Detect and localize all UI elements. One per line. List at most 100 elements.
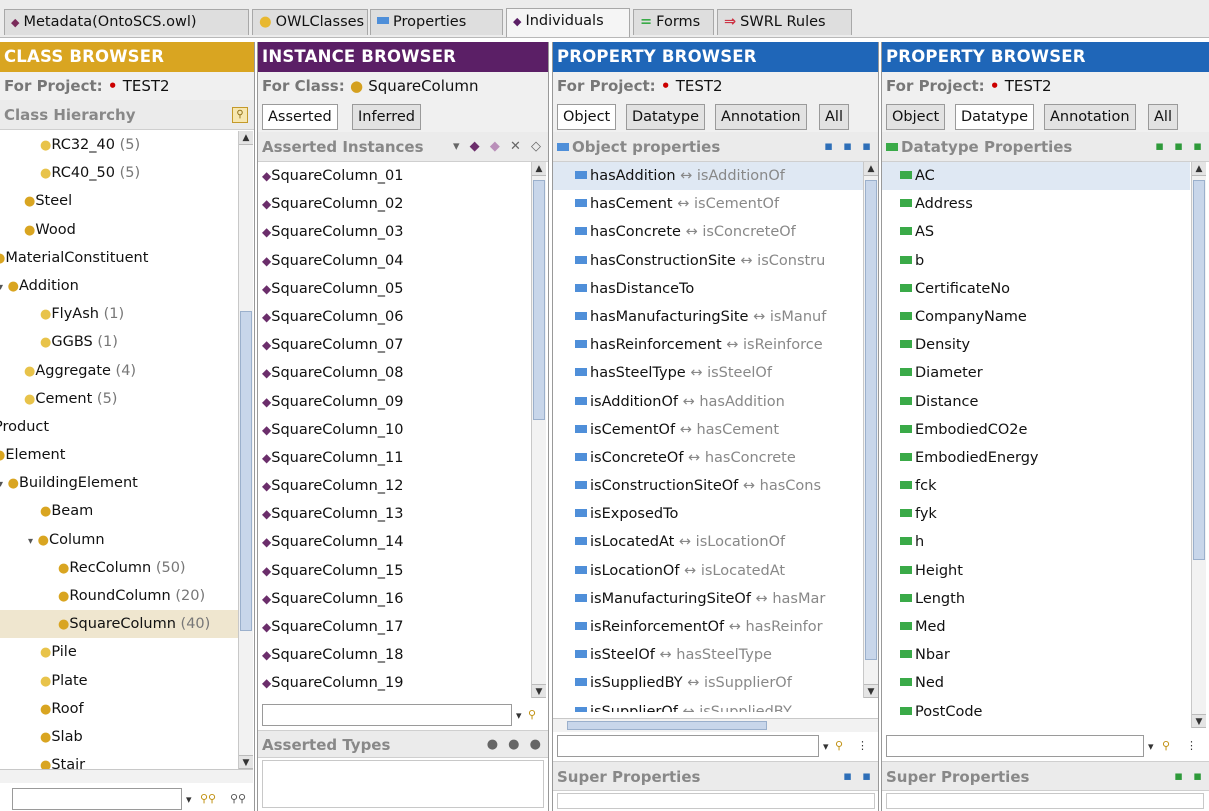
datatype-list-scrollbar[interactable]: ▲ ▼: [1191, 162, 1206, 728]
instance-row[interactable]: ◆SquareColumn_18: [258, 641, 530, 669]
object-property-row[interactable]: isLocatedAt ↔ isLocationOf: [553, 528, 863, 556]
datatype-property-row[interactable]: h: [882, 528, 1190, 556]
scroll-up-icon[interactable]: ▲: [239, 131, 253, 145]
object-property-row[interactable]: hasConstructionSite ↔ isConstru: [553, 247, 863, 275]
object-property-row[interactable]: isSuppliedBY ↔ isSupplierOf: [553, 669, 863, 697]
tree-item-column[interactable]: ▾ ●Column: [0, 526, 238, 554]
datatype-property-row[interactable]: Address: [882, 190, 1190, 218]
tree-item-pile[interactable]: ●Pile: [0, 638, 238, 666]
tree-item-rc32-40[interactable]: ●RC32_40 (5): [0, 131, 238, 159]
search-dropdown-icon[interactable]: ▾: [1148, 740, 1154, 753]
remove-super-icon[interactable]: ▪: [862, 769, 874, 784]
hierarchy-options-icon[interactable]: ⚲: [232, 107, 248, 123]
tree-item-roundcolumn[interactable]: ●RoundColumn (20): [0, 582, 238, 610]
scroll-up-icon[interactable]: ▲: [864, 162, 878, 176]
datatype-property-row[interactable]: Ned: [882, 669, 1190, 697]
expand-toggle-icon[interactable]: ▾: [0, 282, 3, 293]
datatype-property-row[interactable]: fyk: [882, 500, 1190, 528]
class-tree-scrollbar[interactable]: ▲ ▼: [238, 131, 253, 769]
instance-row[interactable]: ◆SquareColumn_06: [258, 303, 530, 331]
datatype-property-row[interactable]: AS: [882, 218, 1190, 246]
object-property-row[interactable]: isSteelOf ↔ hasSteelType: [553, 641, 863, 669]
instance-row[interactable]: ◆SquareColumn_03: [258, 218, 530, 246]
datatype-property-row[interactable]: CompanyName: [882, 303, 1190, 331]
instance-row[interactable]: ◆SquareColumn_02: [258, 190, 530, 218]
scroll-down-icon[interactable]: ▼: [239, 755, 253, 769]
copy-instance-icon[interactable]: ◆: [490, 139, 503, 154]
scroll-thumb[interactable]: [533, 180, 545, 420]
search-dropdown-icon[interactable]: ▾: [186, 793, 192, 806]
add-property-icon[interactable]: ▪: [824, 139, 836, 154]
object-property-row[interactable]: isConcreteOf ↔ hasConcrete: [553, 444, 863, 472]
datatype-property-row[interactable]: Height: [882, 557, 1190, 585]
tree-item-ggbs[interactable]: ●GGBS (1): [0, 328, 238, 356]
scroll-down-icon[interactable]: ▼: [1192, 714, 1206, 728]
binoculars-icon[interactable]: ⚲⚲: [230, 792, 246, 805]
datatype-search-input[interactable]: [886, 735, 1144, 757]
instance-row[interactable]: ◆SquareColumn_11: [258, 444, 530, 472]
datatype-property-row[interactable]: Distance: [882, 388, 1190, 416]
datatype-property-row[interactable]: CertificateNo: [882, 275, 1190, 303]
tree-item-addition[interactable]: ▾ ●Addition: [0, 272, 238, 300]
delete-instance-icon[interactable]: ✕: [510, 139, 524, 154]
add-instance-icon[interactable]: ◆: [470, 139, 483, 154]
tree-item-plate[interactable]: ●Plate: [0, 667, 238, 695]
tab-object[interactable]: Object: [557, 104, 617, 130]
instance-row[interactable]: ◆SquareColumn_16: [258, 585, 530, 613]
binoculars-icon[interactable]: ⚲: [528, 708, 536, 721]
datatype-property-row[interactable]: PostCode: [882, 698, 1190, 726]
tree-item-reccolumn[interactable]: ●RecColumn (50): [0, 554, 238, 582]
instance-row[interactable]: ◆SquareColumn_17: [258, 613, 530, 641]
delete-property-icon[interactable]: ▪: [1193, 139, 1205, 154]
object-property-row[interactable]: hasCement ↔ isCementOf: [553, 190, 863, 218]
tree-item-wood[interactable]: ●Wood: [0, 216, 238, 244]
dropdown-icon[interactable]: ▾: [453, 139, 463, 154]
edit-type-icon[interactable]: ●: [530, 737, 544, 752]
binoculars-icon[interactable]: ⚲: [835, 739, 843, 752]
instance-row[interactable]: ◆SquareColumn_09: [258, 388, 530, 416]
instance-row[interactable]: ◆SquareColumn_07: [258, 331, 530, 359]
datatype-property-row[interactable]: Nbar: [882, 641, 1190, 669]
binoculars-icon[interactable]: ⚲: [1162, 739, 1170, 752]
tree-item-rc40-50[interactable]: ●RC40_50 (5): [0, 159, 238, 187]
add-super-icon[interactable]: ▪: [1174, 769, 1186, 784]
tree-item-cement[interactable]: ●Cement (5): [0, 385, 238, 413]
object-list-scrollbar[interactable]: ▲ ▼: [863, 162, 878, 698]
scroll-up-icon[interactable]: ▲: [532, 162, 546, 176]
instance-row[interactable]: ◆SquareColumn_19: [258, 669, 530, 697]
tab-annotation[interactable]: Annotation: [715, 104, 807, 130]
tree-item-beam[interactable]: ●Beam: [0, 497, 238, 525]
datatype-property-row[interactable]: b: [882, 247, 1190, 275]
tab-inferred[interactable]: Inferred: [352, 104, 421, 130]
tab-swrl-rules[interactable]: ⇒ SWRL Rules: [717, 9, 852, 35]
tab-individuals[interactable]: ◆ Individuals: [506, 8, 630, 37]
add-type-icon[interactable]: ●: [487, 737, 501, 752]
tab-datatype[interactable]: Datatype: [626, 104, 706, 130]
object-search-input[interactable]: [557, 735, 819, 757]
object-property-row[interactable]: hasAddition ↔ isAdditionOf: [553, 162, 863, 191]
scroll-thumb[interactable]: [865, 180, 877, 660]
instance-row[interactable]: ◆SquareColumn_10: [258, 416, 530, 444]
instance-row[interactable]: ◆SquareColumn_05: [258, 275, 530, 303]
hierarchy-icon[interactable]: ⋮: [1186, 739, 1197, 752]
expand-toggle-icon[interactable]: ▾: [28, 536, 33, 547]
class-search-input[interactable]: [12, 788, 182, 810]
object-property-row[interactable]: hasConcrete ↔ isConcreteOf: [553, 218, 863, 246]
search-dropdown-icon[interactable]: ▾: [823, 740, 829, 753]
object-property-row[interactable]: hasManufacturingSite ↔ isManuf: [553, 303, 863, 331]
remove-super-icon[interactable]: ▪: [1193, 769, 1205, 784]
object-property-row[interactable]: isExposedTo: [553, 500, 863, 528]
instance-row[interactable]: ◆SquareColumn_04: [258, 247, 530, 275]
class-tree-hscrollbar[interactable]: [0, 769, 253, 783]
tree-item-buildingelement[interactable]: ▾ ●BuildingElement: [0, 469, 238, 497]
scroll-down-icon[interactable]: ▼: [532, 684, 546, 698]
instance-row[interactable]: ◆SquareColumn_12: [258, 472, 530, 500]
instance-row[interactable]: ◆SquareColumn_13: [258, 500, 530, 528]
datatype-property-row[interactable]: fck: [882, 472, 1190, 500]
datatype-property-row[interactable]: Diameter: [882, 359, 1190, 387]
datatype-property-row[interactable]: Length: [882, 585, 1190, 613]
scroll-down-icon[interactable]: ▼: [864, 684, 878, 698]
tree-item-slab[interactable]: ●Slab: [0, 723, 238, 751]
scroll-thumb[interactable]: [567, 721, 767, 730]
instance-search-input[interactable]: [262, 704, 512, 726]
